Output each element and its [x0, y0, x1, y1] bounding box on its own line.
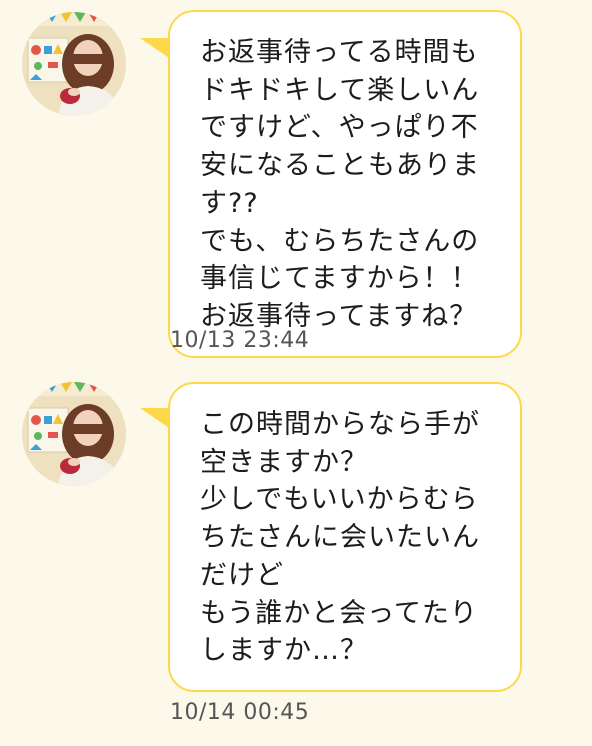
message-bubble[interactable]: この時間からなら手が空きますか？ 少しでもいいからむらちたさんに会いたいんだけど… [168, 382, 522, 692]
message-timestamp: 10/13 23:44 [170, 328, 310, 353]
message-timestamp: 10/14 00:45 [170, 700, 310, 725]
sender-avatar[interactable] [22, 12, 126, 116]
chat-thread: お返事待ってる時間もドキドキして楽しいんですけど、やっぱり不安になることもありま… [0, 0, 592, 746]
message-row: お返事待ってる時間もドキドキして楽しいんですけど、やっぱり不安になることもありま… [0, 0, 592, 370]
sender-avatar[interactable] [22, 382, 126, 486]
avatar-photo [22, 12, 126, 116]
message-row: この時間からなら手が空きますか？ 少しでもいいからむらちたさんに会いたいんだけど… [0, 370, 592, 746]
avatar-photo [22, 382, 126, 486]
message-bubble[interactable]: お返事待ってる時間もドキドキして楽しいんですけど、やっぱり不安になることもありま… [168, 10, 522, 358]
